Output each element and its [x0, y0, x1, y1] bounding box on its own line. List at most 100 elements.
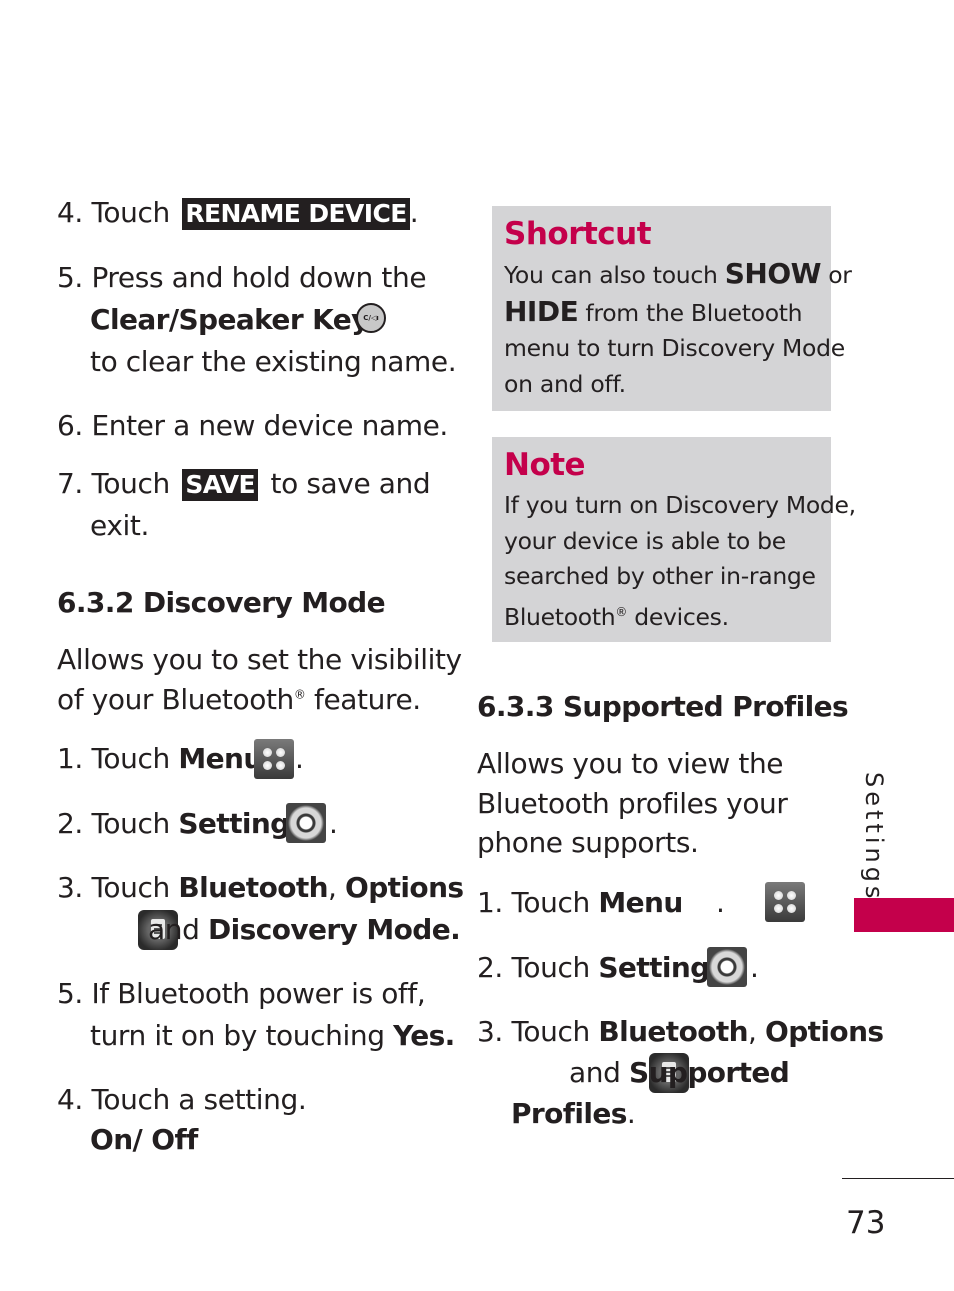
step-end: . — [329, 807, 338, 840]
side-tab-marker — [854, 898, 954, 932]
shortcut-line1: You can also touch SHOW or — [504, 256, 852, 294]
step-text: Touch — [91, 871, 170, 904]
profiles-intro-line3: phone supports. — [477, 826, 699, 859]
clear-speaker-key-label: Clear/Speaker Key — [90, 306, 369, 334]
step-number: 1. — [57, 742, 83, 775]
step-number: 3. — [57, 871, 83, 904]
comma: , — [327, 871, 337, 904]
shortcut-text: You can also touch SHOW or HIDE from the… — [504, 256, 852, 402]
step-text: and — [569, 1056, 621, 1089]
step-text: Touch — [511, 886, 590, 919]
shortcut-box: Shortcut You can also touch SHOW or HIDE… — [492, 206, 852, 411]
text: Bluetooth — [504, 602, 616, 631]
profiles-step-3-line2: and Supported — [569, 1056, 790, 1089]
profiles-step-3-line3: Profiles. — [511, 1097, 636, 1130]
step-number: 4. — [57, 196, 83, 229]
step-6: 6. Enter a new device name. — [57, 412, 448, 440]
page-number: 73 — [846, 1205, 886, 1241]
step-text: Touch — [91, 807, 170, 840]
shortcut-title: Shortcut — [504, 216, 652, 252]
shortcut-line2: HIDE from the Bluetooth — [504, 294, 852, 332]
supported-label: Supported — [629, 1056, 790, 1089]
hide-label: HIDE — [504, 294, 579, 328]
menu-icon — [765, 882, 806, 922]
note-line2: your device is able to be — [504, 526, 786, 555]
profiles-step-1: 1. Touch Menu — [477, 889, 683, 917]
registered-mark: ® — [293, 687, 306, 702]
menu-icon — [254, 739, 294, 779]
rename-device-button[interactable]: RENAME DEVICE — [182, 198, 410, 230]
step-5-line3: to clear the existing name. — [90, 345, 457, 378]
discovery-intro-line2: of your Bluetooth® feature. — [57, 686, 421, 714]
discovery-step-3-line2: and Discovery Mode. — [148, 913, 461, 946]
step-number: 2. — [57, 807, 83, 840]
section-heading-discovery-mode: 6.3.2 Discovery Mode — [57, 586, 386, 619]
discovery-step-2: 2. Touch Settings — [57, 810, 306, 838]
discovery-step-5-line1: 5. If Bluetooth power is off, — [57, 977, 426, 1010]
step-text: Touch a setting. — [91, 1083, 307, 1116]
menu-label: Menu — [598, 886, 683, 919]
section-heading-supported-profiles: 6.3.3 Supported Profiles — [477, 690, 849, 723]
step-5-line1: 5. Press and hold down the — [57, 261, 427, 294]
step-number: 3. — [477, 1015, 503, 1048]
step-text: Enter a new device name. — [91, 409, 448, 442]
comma: , — [747, 1015, 757, 1048]
step-number: 7. — [57, 467, 83, 500]
note-line1: If you turn on Discovery Mode, — [504, 491, 856, 519]
profiles-step-3: 3. Touch Bluetooth, Options — [477, 1015, 884, 1048]
text: from the Bluetooth — [578, 298, 803, 327]
profiles-intro-line2: Bluetooth profiles your — [477, 787, 788, 820]
step-text: If Bluetooth power is off, — [91, 977, 426, 1010]
discovery-step-1: 1. Touch Menu — [57, 745, 263, 773]
note-title: Note — [504, 447, 586, 483]
yes-label: Yes. — [393, 1019, 455, 1052]
step-7: 7. Touch SAVE to save and — [57, 467, 431, 501]
options-label: Options — [345, 871, 464, 904]
profiles-intro-line1: Allows you to view the — [477, 747, 784, 780]
note-line3: searched by other in-range — [504, 562, 816, 590]
settings-gear-icon — [286, 803, 326, 843]
discovery-step-5-line2: turn it on by touching Yes. — [90, 1022, 455, 1050]
menu-label: Menu — [178, 742, 263, 775]
step-number: 5. — [57, 977, 83, 1010]
profiles-step-2: 2. Touch Settings — [477, 954, 726, 982]
shortcut-line3: menu to turn Discovery Mode — [504, 334, 845, 362]
note-box: Note If you turn on Discovery Mode, your… — [492, 437, 856, 642]
text: You can also touch — [504, 261, 725, 289]
step-end: . — [409, 196, 419, 229]
registered-mark: ® — [615, 604, 628, 619]
key-label: Clear/Speaker Key — [90, 303, 369, 336]
step-text: Touch — [511, 1015, 590, 1048]
note-line4: Bluetooth® devices. — [504, 595, 856, 635]
side-tab-label: Settings — [860, 772, 888, 903]
intro-text: of your Bluetooth — [57, 683, 294, 716]
intro-text: feature. — [305, 683, 421, 716]
step-end: . — [750, 951, 759, 984]
step-number: 5. — [57, 261, 83, 294]
step-text: Touch — [511, 951, 590, 984]
options-label: Options — [765, 1015, 884, 1048]
shortcut-line4: on and off. — [504, 369, 626, 398]
discovery-mode-label: Discovery Mode. — [208, 913, 461, 946]
note-text: If you turn on Discovery Mode, your devi… — [504, 488, 856, 635]
step-number: 4. — [57, 1083, 83, 1116]
step-text: Touch — [91, 467, 170, 500]
show-label: SHOW — [724, 257, 822, 290]
bluetooth-label: Bluetooth — [178, 871, 328, 904]
discovery-intro-line1: Allows you to set the visibility — [57, 643, 462, 676]
discovery-step-3: 3. Touch Bluetooth, Options — [57, 871, 464, 904]
step-7-line2: exit. — [90, 509, 149, 542]
step-text: turn it on by touching — [90, 1019, 385, 1052]
step-text-after: to save and — [270, 467, 431, 500]
profiles-label: Profiles — [511, 1097, 627, 1130]
step-text: Touch — [91, 196, 170, 229]
bluetooth-label: Bluetooth — [598, 1015, 748, 1048]
step-text: Touch — [91, 742, 170, 775]
discovery-step-4: 4. Touch a setting. — [57, 1083, 307, 1116]
step-number: 2. — [477, 951, 503, 984]
save-button[interactable]: SAVE — [182, 469, 259, 501]
text: devices. — [627, 602, 729, 631]
step-text: and — [148, 913, 200, 946]
step-4: 4. Touch RENAME DEVICE. — [57, 196, 419, 230]
text: or — [821, 261, 852, 289]
